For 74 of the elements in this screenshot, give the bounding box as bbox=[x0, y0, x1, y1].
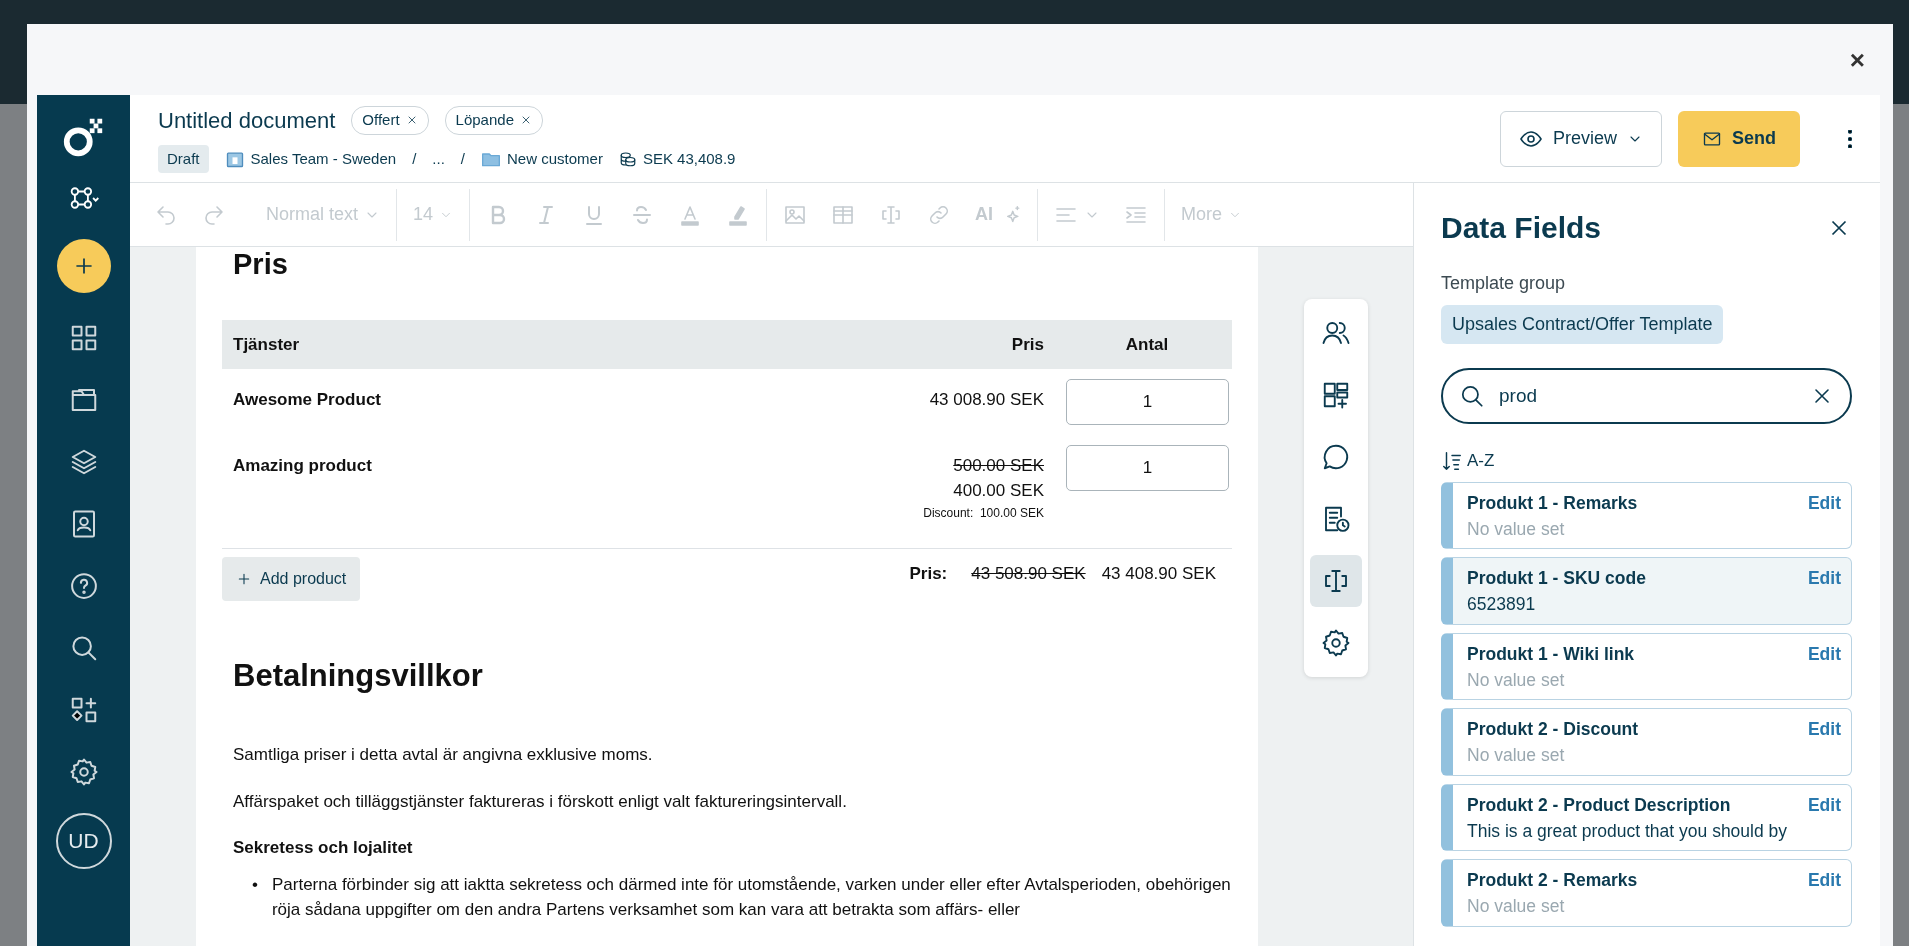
amount-text: SEK 43,408.9 bbox=[618, 147, 736, 171]
preview-button[interactable]: Preview bbox=[1499, 110, 1662, 167]
product-name: Amazing product bbox=[232, 454, 373, 477]
column-header: Tjänster bbox=[232, 333, 301, 356]
search-icon bbox=[1459, 383, 1485, 409]
tool-rail-button[interactable] bbox=[1309, 555, 1362, 607]
field-name: Produkt 2 - Discount bbox=[1467, 718, 1639, 741]
sort-button[interactable]: A-Z bbox=[1441, 448, 1495, 474]
document-title[interactable]: Untitled document bbox=[158, 103, 336, 137]
total-price: 43 408.90 SEK bbox=[1101, 562, 1216, 585]
product-price: 43 008.90 SEK bbox=[929, 388, 1044, 411]
field-label: Template group bbox=[1441, 272, 1567, 295]
original-price: 500.00 SEK bbox=[953, 454, 1044, 477]
tag-chip[interactable]: Löpande bbox=[444, 106, 543, 135]
field-name: Produkt 1 - Remarks bbox=[1467, 491, 1638, 515]
edit-link[interactable]: Edit bbox=[1807, 791, 1841, 818]
add-button[interactable] bbox=[56, 239, 111, 293]
panel-title: Data Fields bbox=[1441, 210, 1602, 246]
product-name: Awesome Product bbox=[232, 388, 382, 411]
field-value: No value set bbox=[1467, 744, 1566, 768]
breadcrumb-separator: / bbox=[460, 148, 465, 169]
section-heading: Betalningsvillkor bbox=[232, 656, 484, 694]
kebab-icon bbox=[1848, 130, 1852, 149]
field-name: Produkt 2 - Product Description bbox=[1467, 793, 1731, 817]
edit-link[interactable]: Edit bbox=[1807, 565, 1841, 592]
quantity-field[interactable]: 1 bbox=[1066, 378, 1229, 425]
original-total: 43 508.90 SEK bbox=[971, 562, 1086, 585]
template-group-tag: Upsales Contract/Offer Template bbox=[1441, 305, 1724, 344]
bullet-marker: • bbox=[252, 874, 258, 897]
field-value: No value set bbox=[1467, 517, 1566, 541]
add-product-button[interactable]: Add product bbox=[222, 556, 361, 601]
field-name: Produkt 1 - Wiki link bbox=[1467, 642, 1635, 666]
status-badge: Draft bbox=[158, 144, 209, 174]
column-header: Pris bbox=[1010, 333, 1045, 356]
field-name: Produkt 2 - Remarks bbox=[1467, 869, 1638, 892]
edit-link[interactable]: Edit bbox=[1807, 867, 1841, 894]
paragraph: Samtliga priser i detta avtal är angivna exklusive moms. bbox=[232, 744, 654, 766]
data-field-card[interactable]: Produkt 1 - Wiki link Edit No value set bbox=[1441, 632, 1852, 700]
send-button[interactable]: Send bbox=[1678, 110, 1800, 167]
product-price: 400.00 SEK bbox=[953, 480, 1044, 503]
edit-link[interactable]: Edit bbox=[1807, 716, 1841, 743]
quantity-field[interactable]: 1 bbox=[1066, 444, 1229, 491]
total-label: Pris: bbox=[909, 562, 948, 585]
breadcrumb-link[interactable]: Sales Team - Sweden bbox=[224, 147, 397, 171]
data-field-card[interactable]: Produkt 2 - Product Description Edit This is a great product that you should by bbox=[1441, 783, 1852, 851]
section-heading: Pris bbox=[232, 247, 289, 282]
field-value: No value set bbox=[1467, 895, 1566, 919]
data-field-card[interactable]: Produkt 1 - Remarks Edit No value set bbox=[1441, 481, 1852, 549]
settings-icon[interactable] bbox=[68, 757, 99, 787]
close-button[interactable]: × bbox=[1845, 46, 1869, 73]
user-avatar[interactable]: UD bbox=[55, 813, 112, 869]
data-field-card[interactable]: Produkt 2 - Remarks Edit No value set bbox=[1441, 859, 1852, 927]
edit-link[interactable]: Edit bbox=[1807, 640, 1841, 667]
breadcrumb-separator: / bbox=[412, 148, 417, 169]
breadcrumb-link[interactable]: New customer bbox=[481, 147, 603, 171]
subheading: Sekretess och lojalitet bbox=[232, 837, 414, 859]
help-icon[interactable] bbox=[68, 571, 99, 601]
bullet-item: Parterna förbinder sig att iaktta sekretess och därmed inte för utomstående, varken under eller efter Avtalsperioden, obehörigen röja sådana uppgifter om den andra Partens verksamhet som kan vara att betrakta som affärs- eller bbox=[271, 874, 1232, 922]
field-value: This is a great product that you should by bbox=[1467, 819, 1789, 843]
tag-chip[interactable]: Offert bbox=[351, 106, 429, 135]
field-value: No value set bbox=[1467, 668, 1566, 692]
sort-icon bbox=[1441, 449, 1463, 472]
field-name: Produkt 1 - SKU code bbox=[1467, 567, 1646, 590]
field-value: 6523891 bbox=[1467, 593, 1537, 617]
edit-link[interactable]: Edit bbox=[1807, 489, 1841, 516]
column-header: Antal bbox=[1124, 333, 1170, 356]
discount-text: Discount: 100.00 SEK bbox=[923, 504, 1044, 522]
breadcrumb-link[interactable]: ... bbox=[432, 147, 445, 171]
settings-icon bbox=[1320, 628, 1351, 658]
data-field-card[interactable]: Produkt 2 - Discount Edit No value set bbox=[1441, 708, 1852, 776]
data-field-card[interactable]: Produkt 1 - SKU code Edit 6523891 bbox=[1441, 557, 1852, 625]
search-field[interactable]: prod bbox=[1441, 368, 1852, 424]
paragraph: Affärspaket och tilläggstjänster faktureras i förskott enligt valt faktureringsintervall. bbox=[232, 791, 848, 814]
coins-icon bbox=[618, 150, 637, 168]
